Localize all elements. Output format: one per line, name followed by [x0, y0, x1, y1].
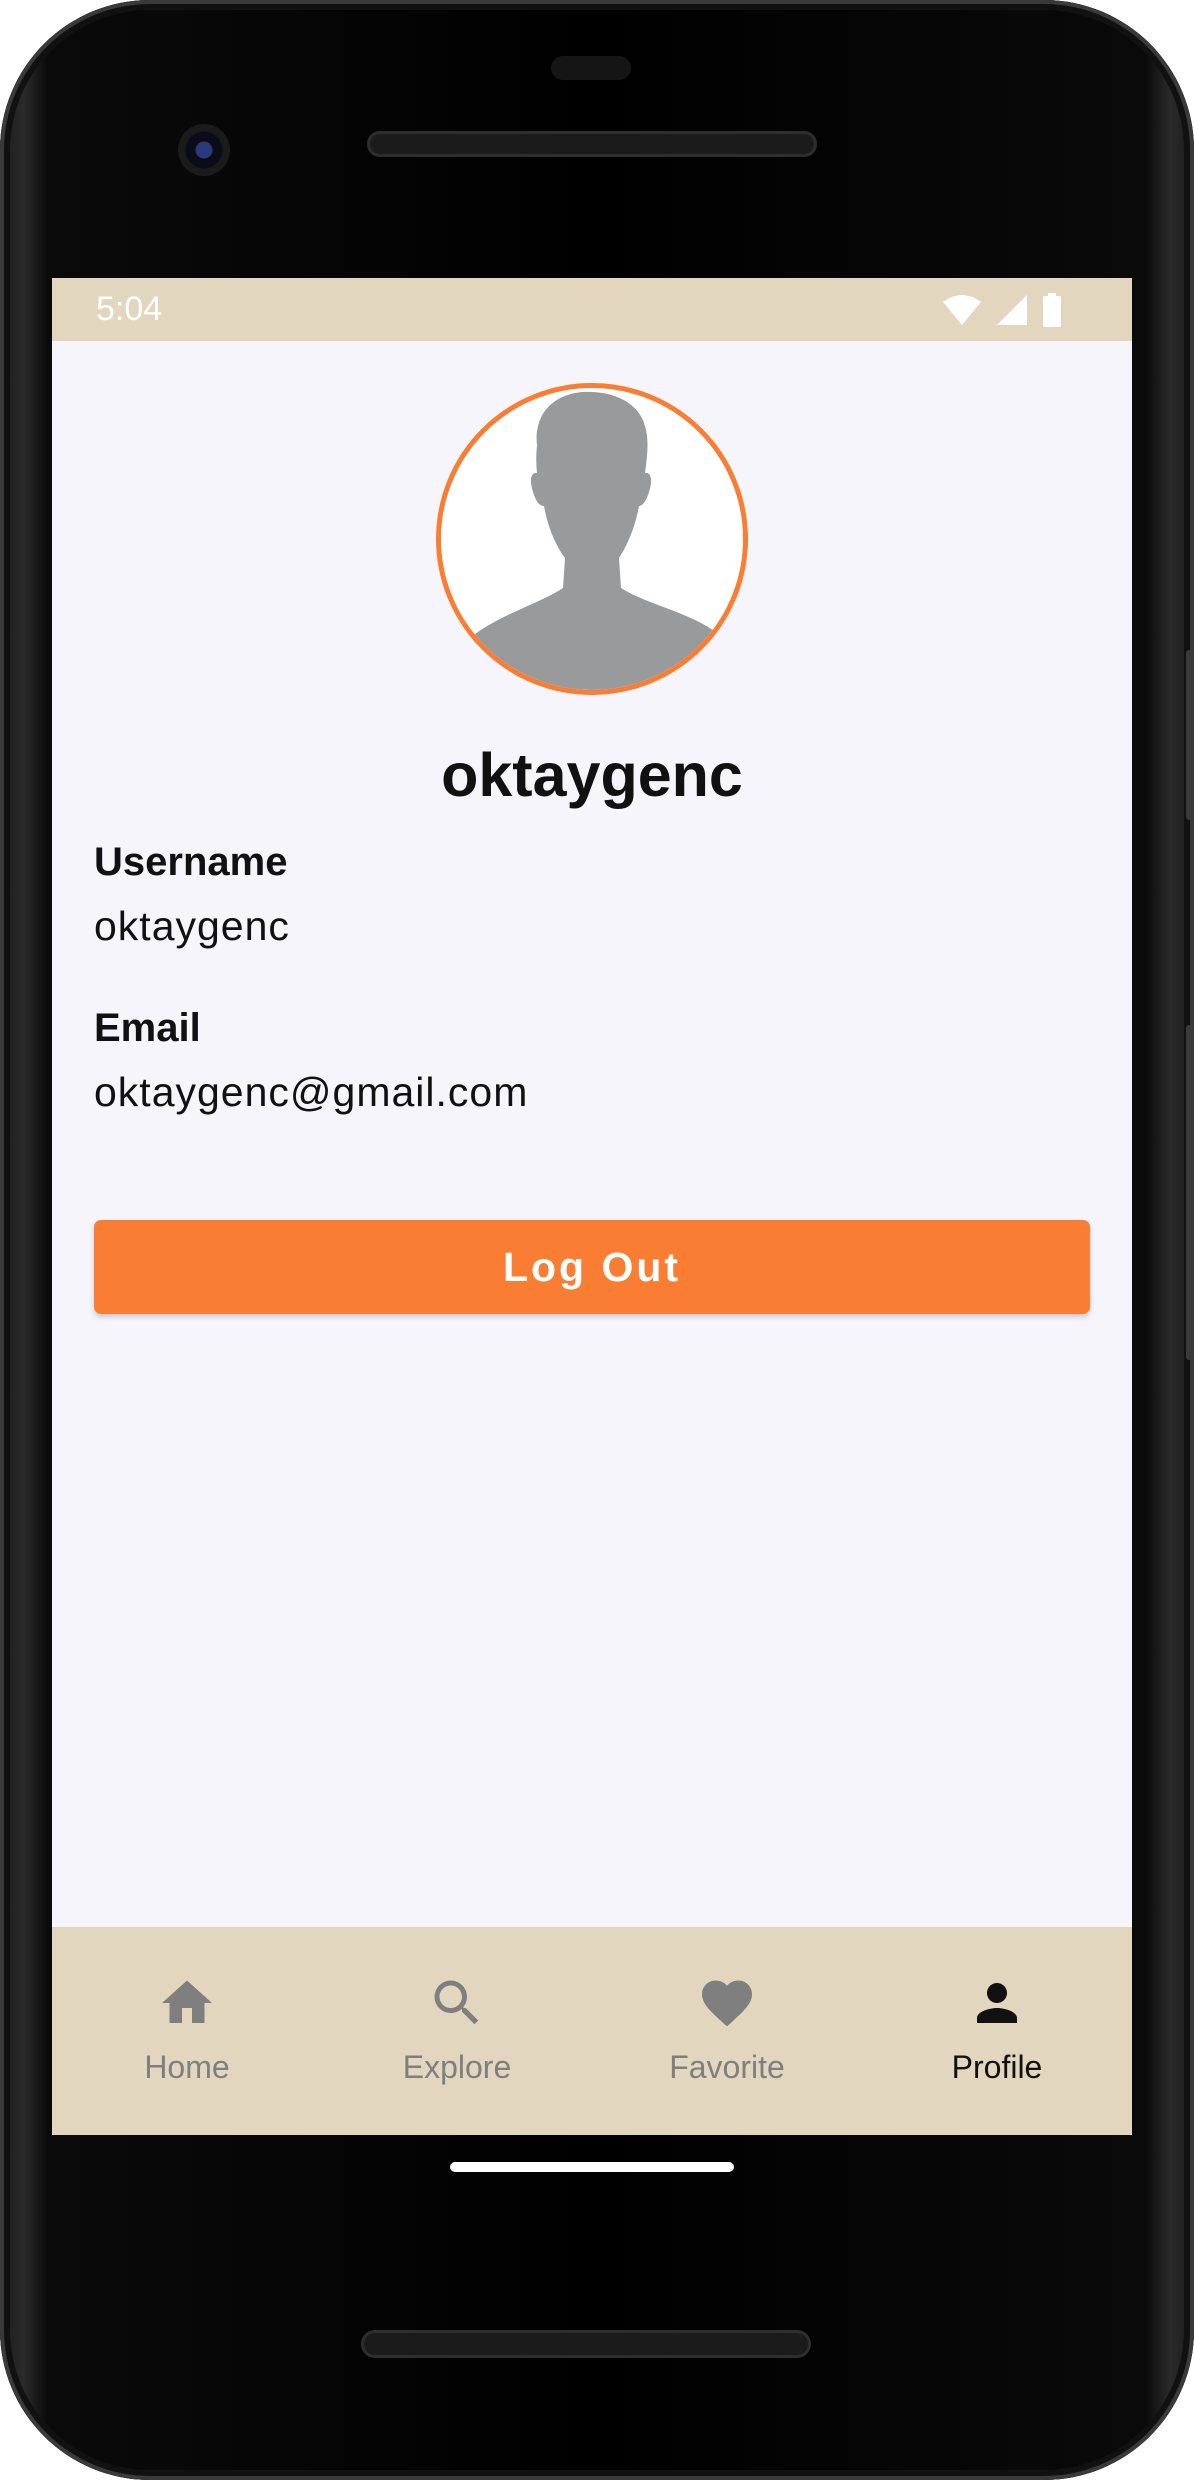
- home-icon: [162, 1980, 212, 2023]
- status-time: 5:04: [96, 290, 163, 328]
- screen: 5:04 oktaygenc Username oktaygenc Email …: [52, 278, 1132, 2135]
- profile-avatar: [436, 383, 748, 695]
- bottom-navigation: Home Explore Favorite Profile: [52, 1927, 1132, 2135]
- nav-item-home[interactable]: Home: [52, 1927, 322, 2135]
- cell-signal-icon: [997, 294, 1027, 325]
- email-value: oktaygenc@gmail.com: [94, 1069, 529, 1115]
- earpiece: [551, 56, 631, 80]
- phone-frame: 5:04 oktaygenc Username oktaygenc Email …: [0, 0, 1194, 2480]
- wifi-icon: [943, 294, 981, 325]
- nav-label-favorite: Favorite: [669, 2049, 785, 2085]
- nav-item-favorite[interactable]: Favorite: [592, 1927, 862, 2135]
- gesture-home-indicator[interactable]: [450, 2162, 734, 2172]
- nav-label-profile: Profile: [951, 2049, 1043, 2085]
- person-icon: [977, 1983, 1017, 2023]
- top-speaker-grille: [367, 131, 817, 157]
- status-icons: [942, 292, 1062, 327]
- nav-label-home: Home: [144, 2049, 230, 2085]
- status-bar: 5:04: [52, 278, 1132, 341]
- front-camera: [178, 124, 230, 176]
- battery-icon: [1043, 292, 1061, 327]
- volume-button: [1186, 1025, 1194, 1360]
- bottom-speaker-grille: [361, 2330, 811, 2358]
- power-button: [1186, 650, 1194, 820]
- nav-item-profile[interactable]: Profile: [862, 1927, 1132, 2135]
- email-label: Email: [94, 1006, 201, 1050]
- nav-label-explore: Explore: [402, 2049, 512, 2085]
- person-silhouette-icon: [441, 391, 741, 690]
- logout-button[interactable]: Log Out: [94, 1220, 1090, 1314]
- search-icon: [434, 1980, 479, 2025]
- username-label: Username: [94, 840, 288, 884]
- username-value: oktaygenc: [94, 903, 290, 949]
- heart-icon: [702, 1980, 752, 2027]
- nav-item-explore[interactable]: Explore: [322, 1927, 592, 2135]
- profile-display-name: oktaygenc: [441, 741, 743, 809]
